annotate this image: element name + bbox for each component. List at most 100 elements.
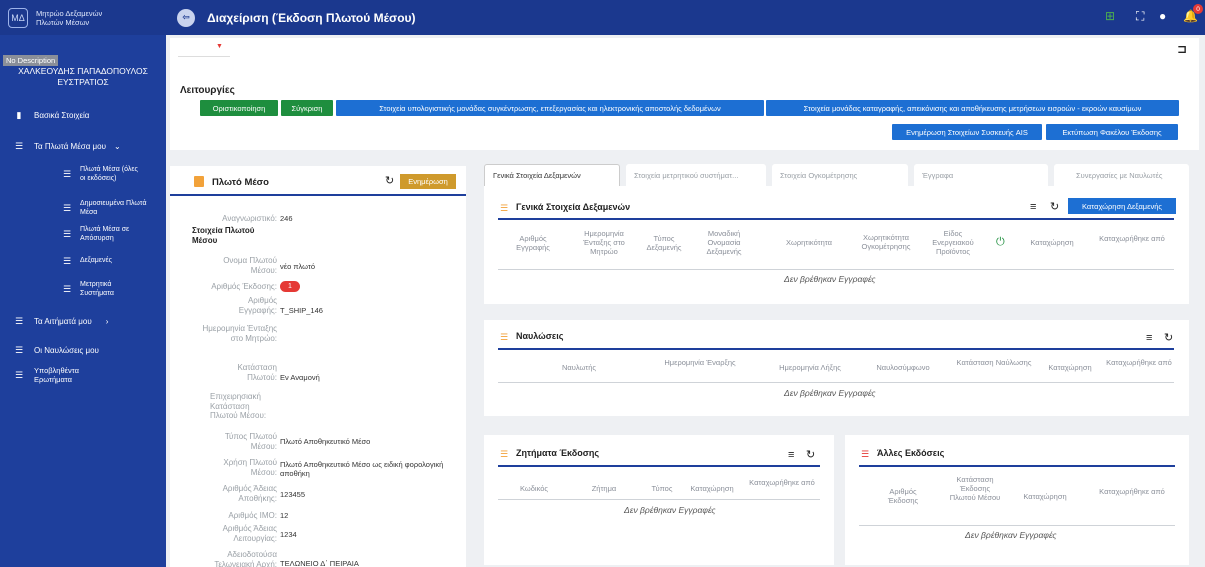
field-label: Χρήση Πλωτού Μέσου: [223, 458, 277, 477]
charters-title: Ναυλώσεις [516, 331, 564, 341]
column-header: Καταχωρήθηκε από [749, 478, 815, 487]
add-tank-button[interactable]: Καταχώρηση Δεξαμενής [1068, 198, 1176, 214]
app-title[interactable]: Μητρώο Δεξαμενών Πλωτών Μέσων [36, 9, 126, 27]
tab-metering-system[interactable]: Στοιχεία μετρητικού συστήματ... [626, 164, 766, 186]
functions-title: Λειτουργίες [180, 85, 235, 96]
sidebar-item-questions[interactable]: ☰ Υποβληθέντα Ερωτήματα [0, 366, 166, 384]
charters-panel: ☰ Ναυλώσεις ≡ ↻ Ναυλωτής Ημερομηνία Έναρ… [484, 320, 1189, 416]
sidebar-item-withdrawal[interactable]: ☰ Πλωτά Μέσα σε Απόσυρση [0, 226, 166, 243]
column-header: Αριθμός Εγγραφής [516, 234, 550, 252]
sidebar-header: ΜΔ Μητρώο Δεξαμενών Πλωτών Μέσων [0, 0, 166, 35]
sidebar-item-label: Δεξαμενές [80, 256, 112, 264]
sidebar-item-label: Τα Πλωτά Μέσα μου [34, 141, 106, 151]
refresh-icon[interactable]: ↻ [385, 174, 394, 187]
column-header: Ναυλοσύμφωνο [876, 363, 930, 372]
header-divider [498, 218, 1174, 220]
column-header: Τύπος Δεξαμενής [646, 234, 682, 252]
column-header: Καταχωρήθηκε από [1099, 234, 1165, 243]
update-button[interactable]: Ενημέρωση [400, 174, 456, 189]
header-divider [859, 465, 1175, 467]
filter-icon[interactable]: ≡ [788, 449, 794, 461]
sidebar-item-label: Πλωτά Μέσα σε Απόσυρση [80, 226, 130, 242]
sidebar: ΜΔ Μητρώο Δεξαμενών Πλωτών Μέσων No Desc… [0, 0, 166, 567]
list-icon: ☰ [500, 332, 509, 342]
field-value: 12 [280, 511, 289, 520]
field-label: Αριθμός Εγγραφής: [238, 296, 277, 315]
tab-charterer-collaborations[interactable]: Συνεργασίες με Ναυλωτές [1054, 164, 1189, 186]
tab-tanks-general[interactable]: Γενικά Στοιχεία Δεξαμενών [484, 164, 620, 186]
refresh-icon[interactable]: ↻ [1050, 200, 1059, 213]
ais-update-button[interactable]: Ενημέρωση Στοιχείων Συσκευής AIS [892, 124, 1042, 140]
sidebar-item-my-vessels[interactable]: ☰ Τα Πλωτά Μέσα μου ⌄ [0, 141, 166, 151]
page-title: Διαχείριση (Έκδοση Πλωτού Μέσου) [207, 10, 416, 25]
column-header: Χωρητικότητα [786, 238, 832, 247]
print-folder-button[interactable]: Εκτύπωση Φακέλου Έκδοσης [1046, 124, 1178, 140]
row-divider [859, 525, 1175, 526]
sidebar-item-label: Πλωτά Μέσα (όλες οι εκδόσεις) [80, 166, 138, 182]
tab-volumetric[interactable]: Στοιχεία Ογκομέτρησης [772, 164, 908, 186]
chevron-down-icon: ⌄ [114, 141, 121, 151]
field-label: Αριθμός Έκδοσης: [211, 282, 277, 291]
version-dropdown[interactable]: ▼ [178, 43, 230, 57]
row-divider [498, 499, 820, 500]
document-icon [194, 176, 204, 187]
list-icon: ☰ [14, 370, 24, 380]
sidebar-item-metering[interactable]: ☰ Μετρητικά Συστήματα [0, 281, 166, 298]
topbar: ⇦ Διαχείριση (Έκδοση Πλωτού Μέσου) ⊞ ⛶ ●… [166, 0, 1205, 35]
user-icon[interactable]: ● [1159, 9, 1166, 23]
field-label: Αριθμός Άδειας Λειτουργίας: [222, 524, 277, 543]
column-header: Καταχωρήθηκε από [1106, 358, 1172, 367]
back-button[interactable]: ⇦ [177, 8, 195, 27]
sidebar-item-tanks[interactable]: ☰ Δεξαμενές [0, 256, 166, 266]
list-icon: ☰ [14, 344, 24, 355]
empty-message: Δεν βρέθηκαν Εγγραφές [784, 388, 876, 398]
sidebar-item-my-requests[interactable]: ☰ Τα Αιτήματά μου › [0, 316, 166, 326]
row-divider [498, 382, 1174, 383]
column-header: Τύπος [651, 484, 673, 493]
column-header: Καταχώρηση [690, 484, 734, 493]
filter-icon[interactable]: ≡ [1146, 332, 1152, 344]
power-icon: ⏻ [996, 236, 1005, 248]
field-label: Αδειοδοτούσα Τελωνειακή Αρχή: [214, 550, 277, 567]
refresh-icon[interactable]: ↻ [806, 448, 815, 461]
field-value: Εν Αναμονή [280, 373, 320, 382]
tanks-panel: ☰ Γενικά Στοιχεία Δεξαμενών ≡ ↻ Καταχώρη… [484, 186, 1189, 304]
finalize-button[interactable]: Οριστικοποίηση [200, 100, 278, 116]
issues-title: Ζητήματα Έκδοσης [516, 448, 600, 458]
field-value: 123455 [280, 490, 306, 499]
list-icon: ☰ [62, 203, 72, 213]
tab-documents[interactable]: Έγγραφα [914, 164, 1048, 186]
vessel-card-title: Πλωτό Μέσο [212, 177, 269, 188]
grid-icon[interactable]: ⊞ [1105, 9, 1115, 23]
column-header: Καταχώρηση [1030, 238, 1074, 247]
column-header: Κωδικός [519, 484, 549, 493]
sidebar-item-published[interactable]: ☰ Δημοσιευμένα Πλωτά Μέσα [0, 200, 166, 217]
tanks-title: Γενικά Στοιχεία Δεξαμενών [516, 202, 631, 212]
column-header: Είδος Ενεργειακού Προϊόντος [932, 229, 974, 256]
column-header: Καταχώρηση [1023, 492, 1067, 501]
compare-button[interactable]: Σύγκριση [281, 100, 333, 116]
user-panel: No Description ΧΑΛΚΕΟΥΔΗΣ ΠΑΠΑΔΟΠΟΥΛΟΣ Ε… [0, 35, 166, 87]
filter-icon[interactable]: ≡ [1030, 201, 1036, 213]
sidebar-item-basic-info[interactable]: ▮ Βασικά Στοιχεία [0, 110, 166, 120]
fullscreen-icon[interactable]: ⛶ [1136, 9, 1144, 24]
field-value: Πλωτό Αποθηκευτικό Μέσο ως ειδική φορολο… [280, 460, 444, 478]
collapse-icon[interactable]: ⊐ [1177, 42, 1187, 56]
sidebar-item-all-versions[interactable]: ☰ Πλωτά Μέσα (όλες οι εκδόσεις) [0, 166, 166, 183]
issues-panel: ☰ Ζητήματα Έκδοσης ≡ ↻ Κωδικός Ζήτημα Τύ… [484, 435, 834, 565]
sidebar-item-my-charters[interactable]: ☰ Οι Ναυλώσεις μου [0, 345, 166, 355]
refresh-icon[interactable]: ↻ [1164, 331, 1173, 344]
field-label: Αναγνωριστικό: [222, 214, 277, 223]
list-icon: ☰ [14, 315, 24, 326]
column-header: Μοναδική Ονομασία Δεξαμενής [706, 229, 742, 256]
empty-message: Δεν βρέθηκαν Εγγραφές [624, 505, 716, 515]
app-logo-icon[interactable]: ΜΔ [8, 7, 28, 28]
recording-unit-button[interactable]: Στοιχεία μονάδας καταγραφής, απεικόνισης… [766, 100, 1179, 116]
tabs-bar: Γενικά Στοιχεία Δεξαμενών Στοιχεία μετρη… [484, 164, 1189, 186]
vessel-card: Πλωτό Μέσο ↻ Ενημέρωση Αναγνωριστικό: 24… [170, 166, 466, 567]
column-header: Καταχώρηση [1048, 363, 1092, 372]
column-header: Ημερομηνία Έναρξης [664, 358, 736, 367]
processing-unit-button[interactable]: Στοιχεία υπολογιστικής μονάδας συγκέντρω… [336, 100, 764, 116]
list-icon: ☰ [62, 169, 72, 179]
field-label: Επιχειρησιακή Κατάσταση Πλωτού Μέσου: [210, 392, 267, 420]
